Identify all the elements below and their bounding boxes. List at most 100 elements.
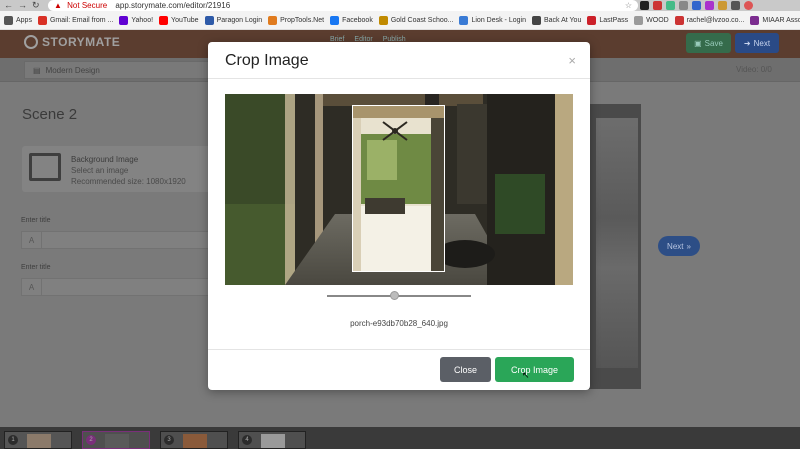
thumb-image bbox=[105, 434, 129, 448]
bookmarks-bar: Apps Gmail: Email from ... Yahoo! YouTube Pa… bbox=[0, 11, 800, 30]
profile-avatar-icon[interactable] bbox=[744, 1, 753, 10]
preview-next-button[interactable]: Next » bbox=[658, 236, 700, 256]
timeline-thumb[interactable]: 4 bbox=[238, 431, 306, 449]
extension-icon[interactable] bbox=[666, 1, 675, 10]
divider bbox=[208, 78, 590, 79]
extension-icon[interactable] bbox=[718, 1, 727, 10]
extension-icon[interactable] bbox=[653, 1, 662, 10]
wood-icon bbox=[634, 15, 644, 25]
background-recommended: Recommended size: 1080x1920 bbox=[71, 177, 186, 186]
image-filename: porch-e93db70b28_640.jpg bbox=[350, 319, 448, 328]
bookmark-label: Lion Desk - Login bbox=[471, 16, 526, 24]
bookmark-gold-coast-schoo[interactable]: Gold Coast Schoo... bbox=[378, 15, 454, 25]
bookmark-label: Yahoo! bbox=[131, 16, 154, 24]
extension-icon[interactable] bbox=[705, 1, 714, 10]
bookmark-back-at-you[interactable]: Back At You bbox=[531, 15, 582, 25]
extensions-row bbox=[640, 1, 753, 10]
url-field[interactable]: ▲ Not Secure app.storymate.com/editor/21… bbox=[48, 0, 638, 11]
timeline-thumb[interactable]: 1 bbox=[4, 431, 72, 449]
bookmark-label: PropTools.Net bbox=[280, 16, 325, 24]
next-pill-label: Next bbox=[667, 241, 684, 251]
bookmark-label: YouTube bbox=[171, 16, 199, 24]
video-count: Video: 0/0 bbox=[736, 65, 772, 74]
bookmark-label: Gold Coast Schoo... bbox=[390, 16, 454, 24]
browser-chrome: ← → ↻ ▲ Not Secure app.storymate.com/edi… bbox=[0, 0, 800, 30]
background-image-text: Background Image Select an image Recomme… bbox=[71, 154, 186, 187]
extension-icon[interactable] bbox=[679, 1, 688, 10]
bookmark-wood[interactable]: WOOD bbox=[634, 15, 669, 25]
address-bar-row: ← → ↻ ▲ Not Secure app.storymate.com/edi… bbox=[0, 0, 800, 11]
crop-selection-box[interactable] bbox=[352, 105, 445, 272]
divider bbox=[208, 349, 590, 350]
extension-icon[interactable] bbox=[640, 1, 649, 10]
header-next-button[interactable]: ➜ Next bbox=[735, 33, 779, 53]
thumb-image bbox=[27, 434, 51, 448]
bookmark-gmail-email-from[interactable]: Gmail: Email from ... bbox=[37, 15, 114, 25]
bookmark-proptools-net[interactable]: PropTools.Net bbox=[268, 15, 325, 25]
extension-icon[interactable] bbox=[731, 1, 740, 10]
bookmark-label: Facebook bbox=[342, 16, 373, 24]
youtube-icon bbox=[159, 15, 169, 25]
security-label: Not Secure bbox=[67, 1, 108, 10]
double-chevron-right-icon: » bbox=[686, 241, 691, 251]
crop-preview-photo bbox=[353, 106, 444, 271]
logo-text: STORYMATE bbox=[42, 35, 121, 49]
design-select-value: Modern Design bbox=[45, 65, 100, 75]
bookmark-apps[interactable]: Apps bbox=[4, 15, 32, 25]
bookmark-label: Back At You bbox=[543, 16, 582, 24]
logo-mark-icon bbox=[24, 35, 38, 49]
bookmark-label: rachel@lvzoo.co... bbox=[686, 16, 745, 24]
title-input[interactable]: A bbox=[21, 278, 211, 296]
thumb-image bbox=[183, 434, 207, 448]
forward-arrow-icon[interactable]: → bbox=[18, 0, 27, 11]
paragon-icon bbox=[204, 15, 214, 25]
crop-image-button[interactable]: Crop Image bbox=[495, 357, 574, 382]
timeline-thumb[interactable]: 2 bbox=[82, 431, 150, 449]
text-format-icon: A bbox=[22, 232, 42, 248]
miaar-icon bbox=[750, 15, 760, 25]
gmail-icon bbox=[37, 15, 47, 25]
bookmark-youtube[interactable]: YouTube bbox=[159, 15, 199, 25]
bookmark-facebook[interactable]: Facebook bbox=[330, 15, 373, 25]
modal-close-icon[interactable]: × bbox=[568, 53, 576, 68]
backatyou-icon bbox=[531, 15, 541, 25]
bookmark-label: LastPass bbox=[599, 16, 629, 24]
reload-icon[interactable]: ↻ bbox=[32, 0, 40, 11]
modal-title: Crop Image bbox=[225, 52, 309, 69]
liondesk-icon bbox=[459, 15, 469, 25]
proptools-icon bbox=[268, 15, 278, 25]
bookmark-label: WOOD bbox=[646, 16, 669, 24]
title-input[interactable]: A bbox=[21, 231, 211, 249]
storymate-logo[interactable]: STORYMATE bbox=[24, 35, 120, 49]
title-field-label: Enter title bbox=[21, 217, 51, 224]
bookmark-lion-desk-login[interactable]: Lion Desk - Login bbox=[459, 15, 526, 25]
design-select[interactable]: ▤ Modern Design bbox=[24, 61, 214, 79]
text-format-icon: A bbox=[22, 279, 42, 295]
scene-title: Scene 2 bbox=[22, 106, 78, 123]
bookmark-label: MIAAR Association... bbox=[762, 16, 800, 24]
bookmark-label: Gmail: Email from ... bbox=[49, 16, 114, 24]
bookmark-rachel-lvzoo-co[interactable]: rachel@lvzoo.co... bbox=[674, 15, 745, 25]
back-arrow-icon[interactable]: ← bbox=[4, 0, 13, 11]
close-button[interactable]: Close bbox=[440, 357, 491, 382]
crop-canvas[interactable] bbox=[225, 94, 573, 285]
crop-image-modal: Crop Image × porch-e93db70b28_640.jpg Cl… bbox=[208, 42, 590, 390]
bookmark-lastpass[interactable]: LastPass bbox=[587, 15, 629, 25]
save-button[interactable]: ▣ Save bbox=[686, 33, 731, 53]
bookmark-star-icon[interactable]: ☆ bbox=[625, 0, 632, 11]
bookmark-paragon-login[interactable]: Paragon Login bbox=[204, 15, 262, 25]
bookmark-yahoo[interactable]: Yahoo! bbox=[119, 15, 154, 25]
bookmark-label: Apps bbox=[16, 16, 32, 24]
extension-icon[interactable] bbox=[692, 1, 701, 10]
school-icon bbox=[378, 15, 388, 25]
zoom-slider-handle[interactable] bbox=[390, 291, 400, 300]
title-field-label: Enter title bbox=[21, 264, 51, 271]
thumb-number: 2 bbox=[86, 435, 96, 445]
facebook-icon bbox=[330, 15, 340, 25]
timeline-thumb[interactable]: 3 bbox=[160, 431, 228, 449]
save-label: Save bbox=[704, 38, 723, 48]
background-title: Background Image bbox=[71, 155, 139, 164]
bookmark-miaar-association[interactable]: MIAAR Association... bbox=[750, 15, 800, 25]
mail-icon bbox=[674, 15, 684, 25]
template-icon: ▤ bbox=[33, 65, 41, 75]
